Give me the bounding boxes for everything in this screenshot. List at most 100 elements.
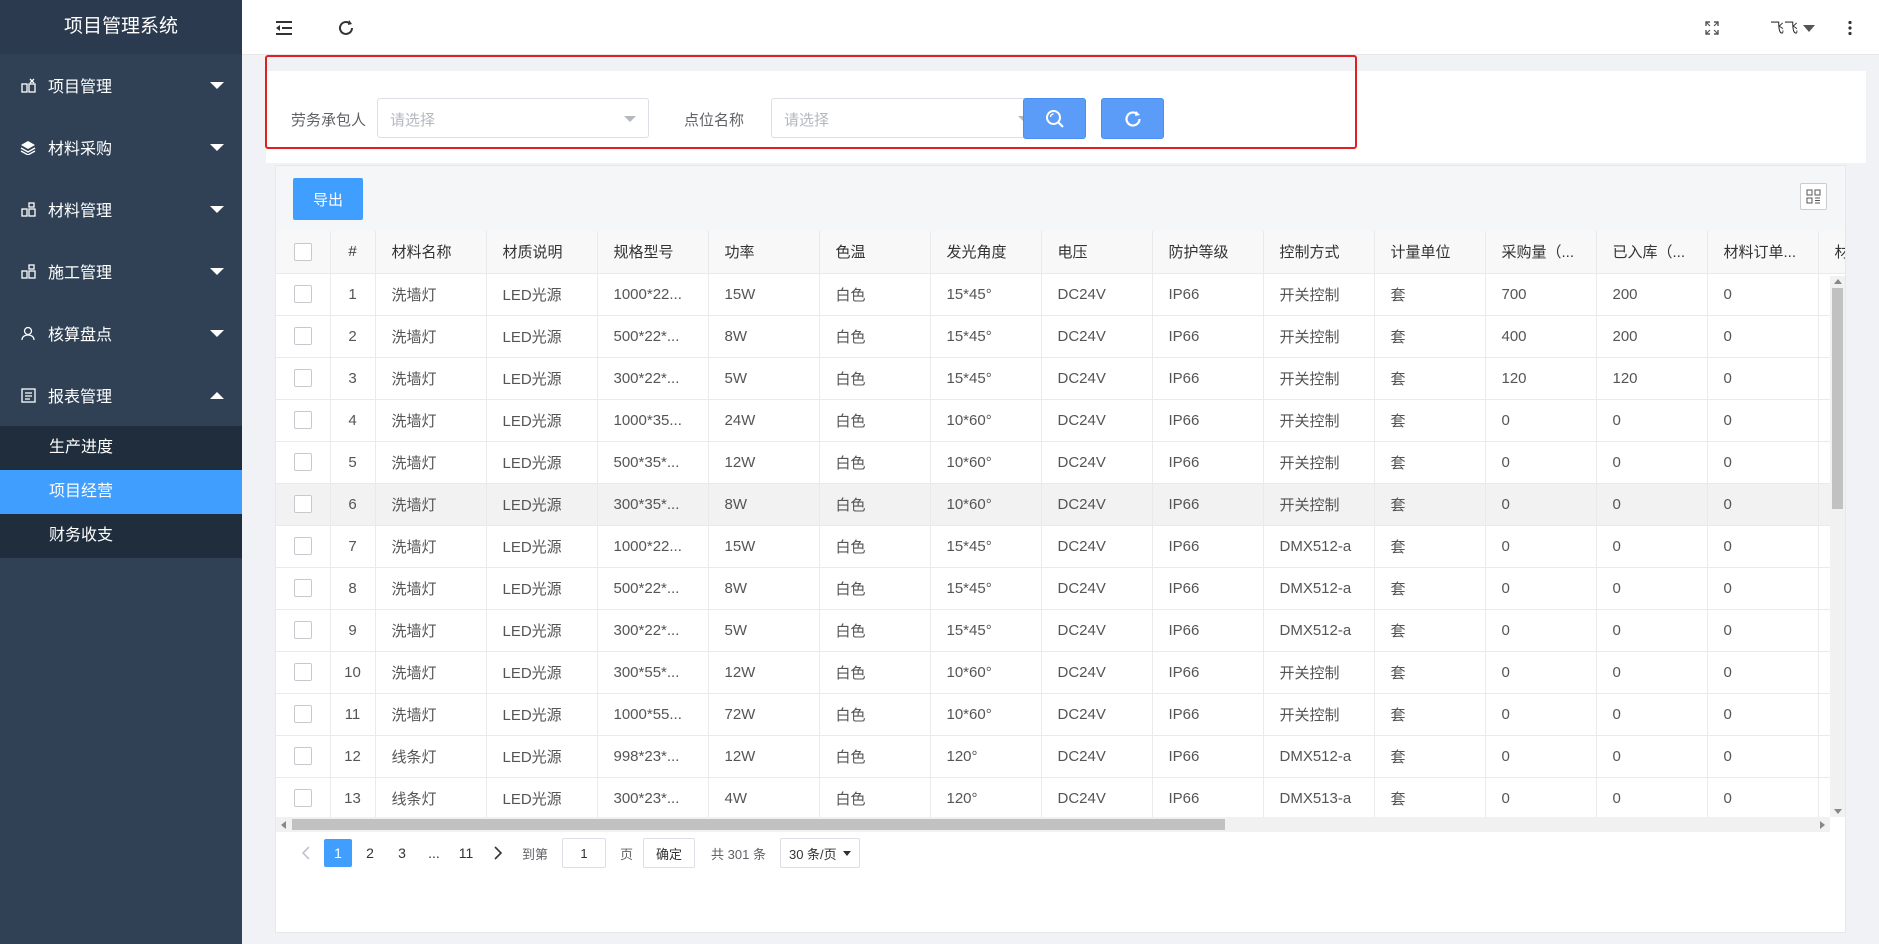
goto-page-input[interactable] (562, 838, 607, 868)
goto-confirm-button[interactable]: 确定 (643, 838, 696, 868)
table-row[interactable]: 8 洗墙灯 LED光源 500*22*... 8W 白色 15*45° DC24V IP66 DM… (276, 567, 1845, 610)
sidebar-menu-2[interactable]: 材料采购 (0, 116, 242, 178)
column-header[interactable]: 发光角度 (930, 231, 1042, 274)
sidebar-menu-1[interactable]: 项目管理 (0, 54, 242, 116)
sidebar-subitem-2[interactable]: 项目经营 (0, 470, 242, 514)
column-header[interactable]: # (330, 231, 376, 274)
table-cell: DMX512-a (1263, 735, 1375, 778)
row-checkbox[interactable] (293, 285, 312, 304)
row-checkbox[interactable] (293, 453, 312, 472)
table-cell: 线条灯 (375, 735, 487, 778)
column-settings-button[interactable] (1800, 183, 1827, 210)
row-checkbox[interactable] (293, 495, 312, 514)
contractor-select[interactable]: 请选择 (377, 98, 649, 138)
table-row[interactable]: 2 洗墙灯 LED光源 500*22*... 8W 白色 15*45° DC24V IP66 开关… (276, 315, 1845, 358)
page-number-button[interactable]: 1 (324, 839, 352, 867)
vertical-scrollbar[interactable] (1830, 276, 1845, 817)
table-row[interactable]: 4 洗墙灯 LED光源 1000*35... 24W 白色 10*60° DC24V IP66 开… (276, 399, 1845, 442)
table-cell: 10*60° (930, 441, 1042, 484)
table-cell: 套 (1374, 399, 1486, 442)
table-cell: 15W (708, 273, 820, 316)
select-all-checkbox[interactable] (293, 242, 312, 261)
column-header[interactable]: 色温 (819, 231, 931, 274)
row-select-cell (276, 441, 331, 484)
collapse-menu-icon[interactable] (273, 17, 295, 39)
column-header[interactable]: 已入库（... (1596, 231, 1708, 274)
row-checkbox[interactable] (293, 327, 312, 346)
column-header[interactable]: 材 (1818, 231, 1845, 274)
sidebar-subitem-1[interactable]: 生产进度 (0, 426, 242, 470)
table-row[interactable]: 5 洗墙灯 LED光源 500*35*... 12W 白色 10*60° DC24V IP66 开… (276, 441, 1845, 484)
table-cell: LED光源 (486, 567, 598, 610)
row-checkbox[interactable] (293, 411, 312, 430)
column-header[interactable]: 材质说明 (486, 231, 598, 274)
table-header-row: # 材料名称 材质说明 规格型号 功率 色温 发光角度 电压 防护等级 控制方式 计量单位 采购量（.… (276, 231, 1845, 274)
column-header[interactable]: 计量单位 (1374, 231, 1486, 274)
column-header[interactable]: 材料订单... (1707, 231, 1819, 274)
table-cell: DC24V (1041, 357, 1153, 400)
table-cell: 0 (1485, 777, 1597, 817)
row-checkbox[interactable] (293, 537, 312, 556)
table-cell: 500*22*... (597, 567, 709, 610)
column-header[interactable]: 采购量（... (1485, 231, 1597, 274)
row-checkbox[interactable] (293, 705, 312, 724)
table-row[interactable]: 13 线条灯 LED光源 300*23*... 4W 白色 120° DC24V IP66 DMX… (276, 777, 1845, 817)
page-size-select[interactable]: 30 条/页 (779, 838, 860, 868)
column-header[interactable]: 规格型号 (597, 231, 709, 274)
table-row[interactable]: 11 洗墙灯 LED光源 1000*55... 72W 白色 10*60° DC24V IP66… (276, 693, 1845, 736)
scroll-up-icon[interactable] (1834, 279, 1842, 284)
table-row[interactable]: 6 洗墙灯 LED光源 300*35*... 8W 白色 10*60° DC24V IP66 开关… (276, 483, 1845, 526)
reset-button[interactable] (1101, 98, 1164, 139)
user-menu[interactable]: 飞飞 (1770, 18, 1815, 38)
sidebar-menu-4[interactable]: 施工管理 (0, 240, 242, 302)
table-cell: 0 (1707, 357, 1819, 400)
table-row[interactable]: 3 洗墙灯 LED光源 300*22*... 5W 白色 15*45° DC24V IP66 开关… (276, 357, 1845, 400)
contractor-label: 劳务承包人 (291, 112, 367, 129)
search-button[interactable] (1023, 98, 1086, 139)
table-row[interactable]: 1 洗墙灯 LED光源 1000*22... 15W 白色 15*45° DC24V IP66 开… (276, 273, 1845, 316)
export-button[interactable]: 导出 (293, 178, 363, 220)
column-header[interactable]: 电压 (1041, 231, 1153, 274)
column-header[interactable]: 材料名称 (375, 231, 487, 274)
top-header: 飞飞 (242, 0, 1879, 55)
table-cell: DC24V (1041, 399, 1153, 442)
row-checkbox[interactable] (293, 621, 312, 640)
row-checkbox[interactable] (293, 579, 312, 598)
row-checkbox[interactable] (293, 789, 312, 808)
column-header[interactable]: 功率 (708, 231, 820, 274)
row-checkbox[interactable] (293, 369, 312, 388)
page-number-button[interactable]: 11 (452, 839, 480, 867)
sidebar-subitem-3[interactable]: 财务收支 (0, 514, 242, 558)
page-number-button[interactable]: 3 (388, 839, 416, 867)
table-scroll-area[interactable]: # 材料名称 材质说明 规格型号 功率 色温 发光角度 电压 防护等级 控制方式 计量单位 采购量（.… (276, 231, 1845, 817)
table-cell: 开关控制 (1263, 399, 1375, 442)
table-row[interactable]: 9 洗墙灯 LED光源 300*22*... 5W 白色 15*45° DC24V IP66 DM… (276, 609, 1845, 652)
table-row[interactable]: 12 线条灯 LED光源 998*23*... 12W 白色 120° DC24V IP66 DM… (276, 735, 1845, 778)
table-cell: 12 (330, 735, 376, 778)
table-cell: 0 (1707, 525, 1819, 568)
vertical-scroll-thumb[interactable] (1832, 288, 1843, 509)
point-select[interactable]: 请选择 (771, 98, 1043, 138)
sidebar-menu-5[interactable]: 核算盘点 (0, 302, 242, 364)
horizontal-scroll-thumb[interactable] (292, 819, 1225, 830)
table-row[interactable]: 7 洗墙灯 LED光源 1000*22... 15W 白色 15*45° DC24V IP66 D… (276, 525, 1845, 568)
fullscreen-icon[interactable] (1701, 17, 1723, 39)
scroll-down-icon[interactable] (1834, 809, 1842, 814)
refresh-icon[interactable] (335, 17, 357, 39)
table-cell: 6 (330, 483, 376, 526)
scroll-left-icon[interactable] (281, 821, 286, 829)
row-checkbox[interactable] (293, 663, 312, 682)
scroll-right-icon[interactable] (1820, 821, 1825, 829)
prev-page-button[interactable] (292, 839, 320, 867)
sidebar-menu-6[interactable]: 报表管理 (0, 364, 242, 426)
next-page-button[interactable] (484, 839, 512, 867)
more-icon[interactable] (1839, 17, 1861, 39)
column-header[interactable]: 防护等级 (1152, 231, 1264, 274)
row-checkbox[interactable] (293, 747, 312, 766)
horizontal-scrollbar[interactable] (276, 817, 1830, 832)
table-cell: 0 (1596, 525, 1708, 568)
page-number-button[interactable]: 2 (356, 839, 384, 867)
table-row[interactable]: 10 洗墙灯 LED光源 300*55*... 12W 白色 10*60° DC24V IP66… (276, 651, 1845, 694)
sidebar-menu-3[interactable]: 材料管理 (0, 178, 242, 240)
column-header[interactable]: 控制方式 (1263, 231, 1375, 274)
